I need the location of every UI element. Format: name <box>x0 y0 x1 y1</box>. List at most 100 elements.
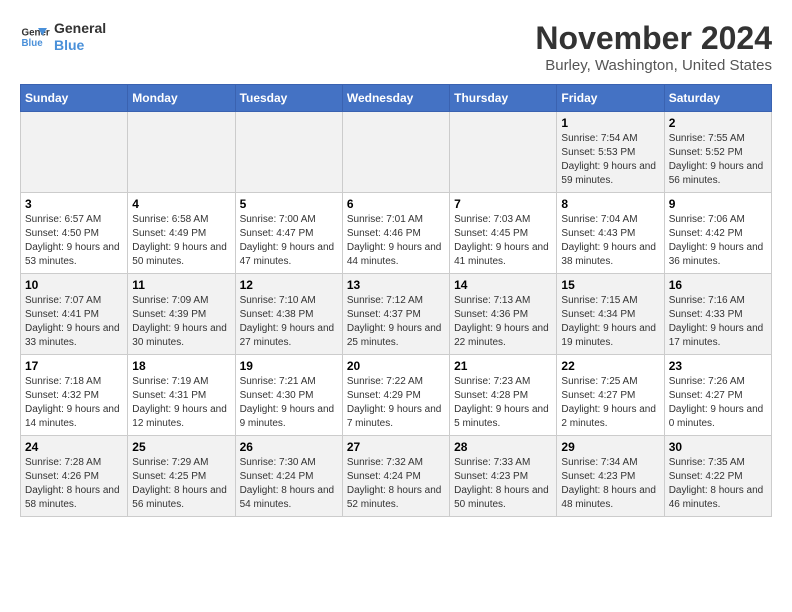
day-info: Sunrise: 7:09 AM Sunset: 4:39 PM Dayligh… <box>132 294 230 350</box>
calendar-cell: 21 Sunrise: 7:23 AM Sunset: 4:28 PM Dayli… <box>450 355 557 436</box>
calendar-cell: 15Sunrise: 7:15 AM Sunset: 4:34 PM Dayli… <box>557 274 664 355</box>
day-info: Sunrise: 6:57 AM Sunset: 4:50 PM Dayligh… <box>25 213 123 269</box>
day-info: Sunrise: 7:10 AM Sunset: 4:38 PM Dayligh… <box>240 294 338 350</box>
day-number: 24 <box>25 440 123 454</box>
day-number: 5 <box>240 197 338 211</box>
day-number: 20 <box>347 359 445 373</box>
logo: General Blue General Blue <box>20 20 106 54</box>
calendar-week-2: 3 Sunrise: 6:57 AM Sunset: 4:50 PM Daylig… <box>21 193 772 274</box>
calendar-cell <box>342 112 449 193</box>
day-info: Sunrise: 7:34 AM Sunset: 4:23 PM Dayligh… <box>561 456 659 512</box>
weekday-header-row: SundayMondayTuesdayWednesdayThursdayFrid… <box>21 85 772 112</box>
day-info: Sunrise: 7:12 AM Sunset: 4:37 PM Dayligh… <box>347 294 445 350</box>
weekday-header-sunday: Sunday <box>21 85 128 112</box>
day-info: Sunrise: 7:32 AM Sunset: 4:24 PM Dayligh… <box>347 456 445 512</box>
weekday-header-friday: Friday <box>557 85 664 112</box>
calendar-week-1: 1Sunrise: 7:54 AM Sunset: 5:53 PM Daylig… <box>21 112 772 193</box>
calendar-cell: 23 Sunrise: 7:26 AM Sunset: 4:27 PM Dayli… <box>664 355 771 436</box>
day-number: 13 <box>347 278 445 292</box>
day-info: Sunrise: 7:03 AM Sunset: 4:45 PM Dayligh… <box>454 213 552 269</box>
day-info: Sunrise: 7:25 AM Sunset: 4:27 PM Dayligh… <box>561 375 659 431</box>
calendar-cell: 2 Sunrise: 7:55 AM Sunset: 5:52 PM Daylig… <box>664 112 771 193</box>
day-number: 25 <box>132 440 230 454</box>
day-info: Sunrise: 7:16 AM Sunset: 4:33 PM Dayligh… <box>669 294 767 350</box>
calendar-cell: 8 Sunrise: 7:04 AM Sunset: 4:43 PM Daylig… <box>557 193 664 274</box>
calendar-cell: 30 Sunrise: 7:35 AM Sunset: 4:22 PM Dayli… <box>664 436 771 517</box>
calendar-cell: 10 Sunrise: 7:07 AM Sunset: 4:41 PM Dayli… <box>21 274 128 355</box>
day-number: 21 <box>454 359 552 373</box>
calendar-cell: 7 Sunrise: 7:03 AM Sunset: 4:45 PM Daylig… <box>450 193 557 274</box>
calendar-cell: 17 Sunrise: 7:18 AM Sunset: 4:32 PM Dayli… <box>21 355 128 436</box>
weekday-header-monday: Monday <box>128 85 235 112</box>
calendar-cell: 6 Sunrise: 7:01 AM Sunset: 4:46 PM Daylig… <box>342 193 449 274</box>
day-number: 6 <box>347 197 445 211</box>
calendar-cell: 22Sunrise: 7:25 AM Sunset: 4:27 PM Dayli… <box>557 355 664 436</box>
day-info: Sunrise: 7:18 AM Sunset: 4:32 PM Dayligh… <box>25 375 123 431</box>
day-info: Sunrise: 7:28 AM Sunset: 4:26 PM Dayligh… <box>25 456 123 512</box>
day-number: 4 <box>132 197 230 211</box>
day-number: 3 <box>25 197 123 211</box>
day-number: 11 <box>132 278 230 292</box>
calendar-cell: 24 Sunrise: 7:28 AM Sunset: 4:26 PM Dayli… <box>21 436 128 517</box>
calendar-cell: 11 Sunrise: 7:09 AM Sunset: 4:39 PM Dayli… <box>128 274 235 355</box>
day-number: 30 <box>669 440 767 454</box>
day-info: Sunrise: 7:01 AM Sunset: 4:46 PM Dayligh… <box>347 213 445 269</box>
calendar-cell: 26 Sunrise: 7:30 AM Sunset: 4:24 PM Dayli… <box>235 436 342 517</box>
calendar-cell: 19Sunrise: 7:21 AM Sunset: 4:30 PM Dayli… <box>235 355 342 436</box>
calendar-cell <box>235 112 342 193</box>
day-number: 26 <box>240 440 338 454</box>
day-info: Sunrise: 6:58 AM Sunset: 4:49 PM Dayligh… <box>132 213 230 269</box>
day-number: 9 <box>669 197 767 211</box>
calendar-cell: 12 Sunrise: 7:10 AM Sunset: 4:38 PM Dayli… <box>235 274 342 355</box>
day-number: 23 <box>669 359 767 373</box>
calendar-cell <box>21 112 128 193</box>
calendar-cell: 18 Sunrise: 7:19 AM Sunset: 4:31 PM Dayli… <box>128 355 235 436</box>
day-number: 17 <box>25 359 123 373</box>
title-area: November 2024 Burley, Washington, United… <box>535 20 772 74</box>
day-number: 14 <box>454 278 552 292</box>
day-number: 10 <box>25 278 123 292</box>
logo-line1: General <box>54 20 106 37</box>
calendar-cell <box>128 112 235 193</box>
calendar-cell: 13 Sunrise: 7:12 AM Sunset: 4:37 PM Dayli… <box>342 274 449 355</box>
day-info: Sunrise: 7:55 AM Sunset: 5:52 PM Dayligh… <box>669 132 767 188</box>
day-number: 18 <box>132 359 230 373</box>
day-info: Sunrise: 7:04 AM Sunset: 4:43 PM Dayligh… <box>561 213 659 269</box>
calendar-week-5: 24 Sunrise: 7:28 AM Sunset: 4:26 PM Dayli… <box>21 436 772 517</box>
day-info: Sunrise: 7:26 AM Sunset: 4:27 PM Dayligh… <box>669 375 767 431</box>
day-info: Sunrise: 7:15 AM Sunset: 4:34 PM Dayligh… <box>561 294 659 350</box>
day-info: Sunrise: 7:29 AM Sunset: 4:25 PM Dayligh… <box>132 456 230 512</box>
day-info: Sunrise: 7:00 AM Sunset: 4:47 PM Dayligh… <box>240 213 338 269</box>
weekday-header-wednesday: Wednesday <box>342 85 449 112</box>
weekday-header-thursday: Thursday <box>450 85 557 112</box>
calendar-cell: 5 Sunrise: 7:00 AM Sunset: 4:47 PM Daylig… <box>235 193 342 274</box>
day-info: Sunrise: 7:06 AM Sunset: 4:42 PM Dayligh… <box>669 213 767 269</box>
logo-icon: General Blue <box>20 22 50 52</box>
day-number: 7 <box>454 197 552 211</box>
day-info: Sunrise: 7:22 AM Sunset: 4:29 PM Dayligh… <box>347 375 445 431</box>
day-info: Sunrise: 7:19 AM Sunset: 4:31 PM Dayligh… <box>132 375 230 431</box>
day-number: 2 <box>669 116 767 130</box>
day-info: Sunrise: 7:23 AM Sunset: 4:28 PM Dayligh… <box>454 375 552 431</box>
calendar-cell: 28Sunrise: 7:33 AM Sunset: 4:23 PM Dayli… <box>450 436 557 517</box>
day-number: 12 <box>240 278 338 292</box>
calendar-cell: 4 Sunrise: 6:58 AM Sunset: 4:49 PM Daylig… <box>128 193 235 274</box>
day-info: Sunrise: 7:35 AM Sunset: 4:22 PM Dayligh… <box>669 456 767 512</box>
day-info: Sunrise: 7:13 AM Sunset: 4:36 PM Dayligh… <box>454 294 552 350</box>
day-info: Sunrise: 7:33 AM Sunset: 4:23 PM Dayligh… <box>454 456 552 512</box>
day-info: Sunrise: 7:54 AM Sunset: 5:53 PM Dayligh… <box>561 132 659 188</box>
page-header: General Blue General Blue November 2024 … <box>20 20 772 74</box>
calendar-cell: 9 Sunrise: 7:06 AM Sunset: 4:42 PM Daylig… <box>664 193 771 274</box>
weekday-header-tuesday: Tuesday <box>235 85 342 112</box>
day-number: 27 <box>347 440 445 454</box>
calendar-cell: 27 Sunrise: 7:32 AM Sunset: 4:24 PM Dayli… <box>342 436 449 517</box>
day-info: Sunrise: 7:07 AM Sunset: 4:41 PM Dayligh… <box>25 294 123 350</box>
day-info: Sunrise: 7:21 AM Sunset: 4:30 PM Dayligh… <box>240 375 338 431</box>
location-title: Burley, Washington, United States <box>535 57 772 74</box>
calendar-cell: 20 Sunrise: 7:22 AM Sunset: 4:29 PM Dayli… <box>342 355 449 436</box>
logo-line2: Blue <box>54 37 106 54</box>
day-info: Sunrise: 7:30 AM Sunset: 4:24 PM Dayligh… <box>240 456 338 512</box>
day-number: 8 <box>561 197 659 211</box>
weekday-header-saturday: Saturday <box>664 85 771 112</box>
calendar-table: SundayMondayTuesdayWednesdayThursdayFrid… <box>20 84 772 517</box>
